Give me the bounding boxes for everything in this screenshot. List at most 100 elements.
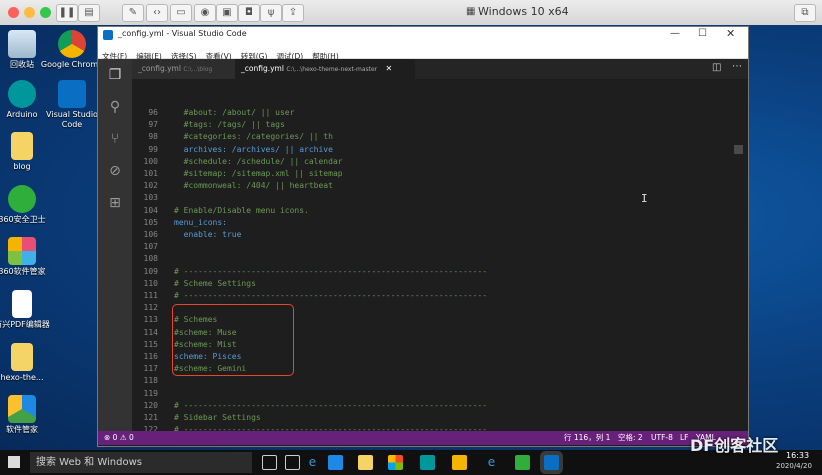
close-icon[interactable] xyxy=(8,7,19,18)
code-line: # --------------------------------------… xyxy=(174,400,488,410)
vscode-title-bar: _config.yml - Visual Studio Code — ☐ ✕ xyxy=(98,27,748,44)
ie-icon[interactable]: e xyxy=(484,455,499,470)
line-number: 98 xyxy=(148,132,158,142)
desktop-icon-hexo[interactable]: hexo-the... xyxy=(0,343,54,383)
more-actions-icon[interactable]: ⋯ xyxy=(732,61,742,72)
debug-icon[interactable]: ⊘ xyxy=(105,161,125,181)
wrench-icon[interactable]: ✎ xyxy=(122,4,144,22)
start-icon[interactable] xyxy=(8,456,20,468)
edge-icon[interactable]: e xyxy=(305,455,320,470)
desktop-icon-label: 360软件管家 xyxy=(0,267,46,276)
snapshot-icon[interactable]: ▤ xyxy=(78,4,100,22)
close-icon[interactable]: ✕ xyxy=(726,27,735,40)
code-line: enable: true xyxy=(174,230,242,239)
error-count: 0 xyxy=(112,433,118,442)
cursor-position[interactable]: 行 116，列 1 xyxy=(564,431,610,445)
pdf-editor-icon xyxy=(12,290,32,318)
desktop-icon-vscode[interactable]: Visual Studio Code xyxy=(40,80,104,130)
line-number: 113 xyxy=(143,315,158,325)
folder-icon xyxy=(11,132,33,160)
vscode-icon xyxy=(103,30,113,40)
pause-icon[interactable]: ❚❚ xyxy=(56,4,78,22)
sound-icon[interactable]: ◉ xyxy=(194,4,216,22)
indentation[interactable]: 空格: 2 xyxy=(618,431,643,445)
line-number: 97 xyxy=(148,120,158,130)
taskbar-search[interactable]: 搜索 Web 和 Windows xyxy=(30,452,252,473)
source-control-icon[interactable]: ⑂ xyxy=(105,129,125,149)
line-number: 120 xyxy=(143,400,158,410)
arduino-icon[interactable] xyxy=(420,455,435,470)
maximize-icon[interactable] xyxy=(40,7,51,18)
problems-indicator[interactable]: ⊗ 0 ⚠ 0 xyxy=(104,431,134,445)
minimize-icon[interactable]: — xyxy=(670,28,680,39)
tab-config-theme[interactable]: _config.yml C:\...\hexo-theme-next-maste… xyxy=(235,59,415,79)
desktop-icon-software-manager[interactable]: 软件管家 xyxy=(0,395,54,435)
minimize-icon[interactable] xyxy=(24,7,35,18)
line-number: 105 xyxy=(143,217,158,227)
camera-icon[interactable]: ◘ xyxy=(238,4,260,22)
app-icon[interactable] xyxy=(452,455,467,470)
drive-icon[interactable]: ▭ xyxy=(170,4,192,22)
code-line: menu_icons: xyxy=(174,217,227,227)
360-security-icon xyxy=(8,185,36,213)
code-editor[interactable]: 96 #about: /about/ || user 97 #tags: /tag… xyxy=(132,79,748,431)
tab-config-blog[interactable]: _config.yml C:\...\blog xyxy=(132,59,246,79)
code-line: #schedule: /schedule/ || calendar xyxy=(174,156,343,166)
code-line: # --------------------------------------… xyxy=(174,266,488,276)
software-manager-icon xyxy=(8,395,36,423)
line-number: 112 xyxy=(143,303,158,313)
close-tab-icon[interactable]: ✕ xyxy=(386,64,393,73)
store-icon[interactable] xyxy=(388,455,403,470)
share-icon[interactable]: ⇪ xyxy=(282,4,304,22)
chrome-icon xyxy=(58,30,86,58)
task-view-icon[interactable] xyxy=(262,455,277,470)
360-security-icon[interactable] xyxy=(515,455,530,470)
desktop-icon-label: Arduino xyxy=(6,110,38,119)
folder-icon[interactable] xyxy=(358,455,373,470)
line-number: 96 xyxy=(148,108,158,117)
clock-time[interactable]: 16:33 xyxy=(786,451,809,460)
watermark: DF创客社区 xyxy=(690,432,778,456)
desktop-icon-pdf-editor[interactable]: 万兴PDF编辑器 xyxy=(0,290,54,330)
line-number: 111 xyxy=(143,291,158,300)
tab-path: C:\...\blog xyxy=(183,66,213,73)
monitor-icon[interactable]: ▣ xyxy=(216,4,238,22)
code-line: # Scheme Settings xyxy=(174,278,256,288)
desktop-icon-label: 360安全卫士 xyxy=(0,215,46,224)
desktop-icon-chrome[interactable]: Google Chrome xyxy=(40,30,104,70)
vscode-window: _config.yml - Visual Studio Code — ☐ ✕ 文… xyxy=(97,26,749,447)
folder-icon xyxy=(11,343,33,371)
encoding[interactable]: UTF-8 xyxy=(651,431,673,445)
line-number: 117 xyxy=(143,364,158,374)
text-cursor-icon: I xyxy=(641,192,648,205)
code-line: #commonweal: /404/ || heartbeat xyxy=(174,181,333,191)
desktop-icon-blog[interactable]: blog xyxy=(0,132,54,172)
clock-date[interactable]: 2020/4/20 xyxy=(776,462,812,470)
desktop-icon-360-software[interactable]: 360软件管家 xyxy=(0,237,54,277)
code-line: # --------------------------------------… xyxy=(174,291,488,300)
status-bar: ⊗ 0 ⚠ 0 行 116，列 1 空格: 2 UTF-8 LF YAML xyxy=(98,431,748,445)
360-software-icon xyxy=(8,237,36,265)
usb-icon[interactable]: ψ xyxy=(260,4,282,22)
search-icon[interactable]: ⚲ xyxy=(105,97,125,117)
extensions-icon[interactable]: ⊞ xyxy=(105,193,125,213)
desktop-icon-360-security[interactable]: 360安全卫士 xyxy=(0,185,54,225)
code-line: archives: /archives/ || archive xyxy=(174,144,333,154)
host-window-title: Windows 10 x64 xyxy=(478,5,569,18)
file-explorer-icon[interactable] xyxy=(285,455,300,470)
code-icon[interactable]: ‹› xyxy=(146,4,168,22)
line-number: 103 xyxy=(143,193,158,203)
host-title-bar: ❚❚ ▤ ✎ ‹› ▭ ◉ ▣ ◘ ψ ⇪ ▦ Windows 10 x64 ⧉ xyxy=(0,0,822,26)
desktop-icon-label: 回收站 xyxy=(10,60,34,69)
end-of-line[interactable]: LF xyxy=(680,431,689,445)
warning-count: 0 xyxy=(128,433,134,442)
edge-browser-icon[interactable] xyxy=(328,455,343,470)
maximize-icon[interactable]: ☐ xyxy=(698,28,707,39)
scrollbar-thumb[interactable] xyxy=(734,145,743,154)
split-editor-icon[interactable]: ◫ xyxy=(712,62,721,73)
explorer-icon[interactable]: ❐ xyxy=(105,65,125,85)
vscode-taskbar-icon[interactable] xyxy=(544,455,559,470)
desktop-icon-label: 万兴PDF编辑器 xyxy=(0,320,50,329)
line-number: 99 xyxy=(148,144,158,154)
fullscreen-icon[interactable]: ⧉ xyxy=(794,4,816,22)
